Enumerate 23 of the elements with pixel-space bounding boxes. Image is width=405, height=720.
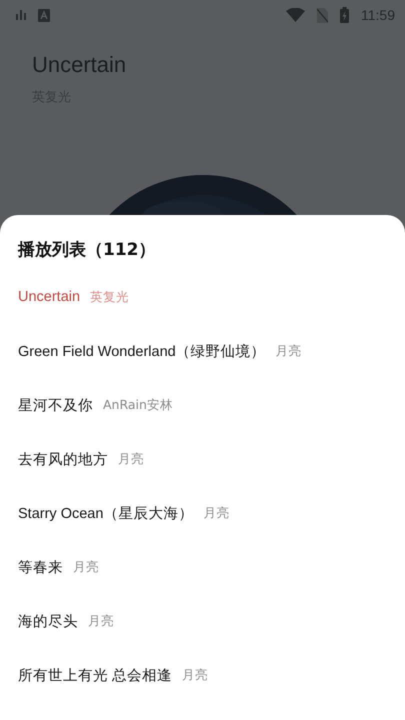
keyboard-icon: [38, 8, 50, 22]
wifi-icon: [286, 8, 305, 22]
song-title[interactable]: 等春来: [18, 558, 63, 576]
artist-name: 月亮: [203, 504, 230, 522]
song-title[interactable]: Green Field Wonderland（绿野仙境）: [18, 342, 266, 360]
artist-name: 月亮: [182, 666, 208, 684]
equalizer-icon: [16, 10, 26, 20]
artist-name: AnRain安林: [103, 396, 173, 414]
song-title[interactable]: Starry Ocean（星辰大海）: [18, 504, 194, 522]
artist-name: 月亮: [73, 558, 99, 576]
no-sim-icon: [317, 8, 328, 22]
artist-name: 月亮: [276, 342, 302, 360]
artist-name: 月亮: [88, 612, 114, 630]
artist-name: 月亮: [118, 450, 144, 468]
playlist-title: 播放列表（112）: [18, 238, 156, 262]
song-title: Uncertain: [32, 52, 128, 78]
song-title[interactable]: Uncertain: [18, 289, 80, 305]
battery-charging-icon: [340, 7, 349, 23]
song-title[interactable]: 去有风的地方: [18, 450, 108, 468]
song-title[interactable]: 海的尽头: [18, 612, 78, 630]
artist-name: 英复光: [90, 288, 130, 306]
song-title[interactable]: 所有世上有光 总会相逢: [18, 666, 172, 684]
song-title[interactable]: 星河不及你: [18, 396, 93, 414]
